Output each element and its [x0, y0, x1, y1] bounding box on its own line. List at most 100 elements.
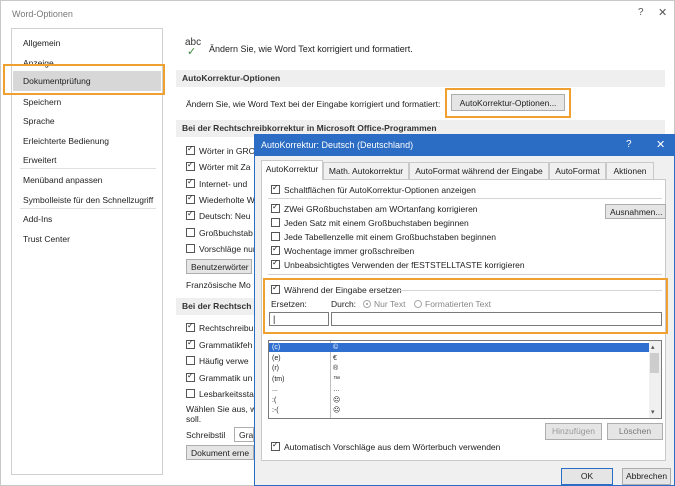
tab-math-autokorrektur[interactable]: Math. Autokorrektur [323, 162, 409, 179]
intro-text: Ändern Sie, wie Word Text korrigiert und… [209, 44, 413, 54]
scroll-thumb[interactable] [650, 353, 659, 373]
autokorrektur-option-checkbox[interactable] [271, 244, 280, 255]
list-item-to: ™ [333, 375, 340, 383]
dialog-title: AutoKorrektur: Deutsch (Deutschland) [261, 140, 414, 150]
spelling-option-checkbox[interactable] [186, 177, 195, 188]
sidebar-item-trust-center[interactable]: Trust Center [23, 234, 70, 244]
list-item-to: € [333, 354, 337, 362]
spelling-option-label: Großbuchstab [199, 227, 253, 238]
list-item-to: ® [333, 365, 339, 372]
spelling-option-label: Internet- und [199, 178, 248, 189]
waehlen-text: Wählen Sie aus, w [186, 404, 257, 414]
ausnahmen-button[interactable]: Ausnahmen... [605, 204, 666, 219]
loeschen-button[interactable]: Löschen [607, 423, 663, 440]
checkmark-icon: ✓ [187, 46, 197, 58]
spelling-option-checkbox[interactable] [186, 193, 195, 204]
list-item-to: © [333, 344, 339, 351]
autokorrektur-option-label: Jede Tabellenzelle mit einem Großbuchsta… [284, 232, 497, 242]
sidebar-divider [20, 208, 156, 209]
autokorrektur-button-highlight [445, 88, 571, 118]
schreibstil-select[interactable]: Gra [234, 427, 254, 442]
list-item[interactable]: ... … [269, 385, 650, 394]
dialog-help-icon[interactable]: ? [626, 139, 632, 150]
grammar-option-label: Grammatik un [199, 372, 253, 383]
sidebar-divider [20, 168, 156, 169]
spelling-option-checkbox[interactable] [186, 209, 195, 221]
ok-button[interactable]: OK [561, 468, 613, 485]
list-item[interactable]: (c) © [269, 343, 650, 352]
dialog-close-icon[interactable]: ✕ [656, 138, 665, 151]
abbrechen-button[interactable]: Abbrechen [622, 468, 671, 485]
show-buttons-label: Schaltflächen für AutoKorrektur-Optionen… [284, 185, 476, 195]
close-icon[interactable]: ✕ [658, 6, 667, 19]
autokorrektur-option-label: Unbeabsichtigtes Verwenden der fESTSTELL… [284, 260, 525, 270]
show-buttons-checkbox[interactable] [271, 183, 280, 194]
autokorrektur-option-label: ZWei GRoßbuchstaben am WOrtanfang korrig… [284, 204, 478, 214]
grammar-option-label: Häufig verwe [199, 356, 249, 366]
replace-group-highlight [263, 278, 668, 334]
grammar-option-label: Lesbarkeitssta [199, 389, 254, 399]
list-item[interactable]: (tm) ™ [269, 375, 650, 384]
spelling-option-label: Wörter mit Za [199, 162, 251, 173]
grammar-option-checkbox[interactable] [186, 321, 195, 332]
grammar-option-checkbox[interactable] [186, 338, 195, 349]
autokorrektur-option-checkbox[interactable] [271, 258, 280, 269]
autokorrektur-option-checkbox[interactable] [271, 202, 280, 213]
sidebar-item-add-ins[interactable]: Add-Ins [23, 214, 52, 224]
sidebar-item-menueband[interactable]: Menüband anpassen [23, 175, 102, 185]
sidebar-item-erweitert[interactable]: Erweitert [23, 155, 57, 165]
autokorrektur-option-checkbox[interactable] [271, 218, 280, 227]
list-item-from: (r) [272, 365, 279, 372]
hinzufuegen-button[interactable]: Hinzufügen [545, 423, 602, 440]
list-item[interactable]: (e) € [269, 354, 650, 363]
spelling-option-checkbox[interactable] [186, 160, 195, 172]
sidebar-highlight-frame [3, 64, 165, 95]
spelling-option-label: Wörter in GRO [199, 146, 256, 156]
auto-suggest-checkbox[interactable] [271, 440, 280, 451]
options-sidebar: Allgemein Anzeige Dokumentprüfung Speich… [11, 28, 163, 475]
grammar-option-checkbox[interactable] [186, 356, 195, 365]
list-item-to: ☹ [333, 396, 341, 404]
spelling-option-checkbox[interactable] [186, 227, 195, 237]
replacement-list[interactable]: (c) © (e) € (r) ® (tm) ™... … :( ☹ :-(☹ [268, 340, 662, 419]
franzoesisch-label: Französische Mo [186, 280, 251, 290]
tab-autokorrektur[interactable]: AutoKorrektur [261, 160, 323, 180]
tab-autoformat[interactable]: AutoFormat [549, 162, 606, 179]
dialog-divider [268, 274, 662, 275]
autokorrektur-option-label: Jeden Satz mit einem Großbuchstaben begi… [284, 218, 469, 228]
list-item-from: ... [272, 386, 278, 393]
list-item-from: :( [272, 396, 277, 404]
spelling-option-label: Vorschläge nur [199, 243, 256, 254]
schreibstil-label: Schreibstil [186, 430, 226, 440]
sidebar-item-sprache[interactable]: Sprache [23, 116, 55, 126]
spelling-option-checkbox[interactable] [186, 243, 195, 253]
scroll-up-icon[interactable]: ▴ [651, 343, 655, 351]
section-rechtschreibung-word: Bei der Rechtsch [176, 298, 254, 315]
help-icon[interactable]: ? [638, 7, 644, 18]
sidebar-item-erleichterte-bedienung[interactable]: Erleichterte Bedienung [23, 136, 109, 146]
dokument-erneut-pruefen-button[interactable]: Dokument erne [186, 445, 254, 460]
autokorrektur-option-label: Wochentage immer großschreiben [284, 246, 415, 256]
sidebar-item-speichern[interactable]: Speichern [23, 97, 61, 107]
tab-autoformat-eingabe[interactable]: AutoFormat während der Eingabe [409, 162, 549, 179]
tab-aktionen[interactable]: Aktionen [606, 162, 654, 179]
spelling-option-checkbox[interactable] [186, 144, 195, 155]
soll-text: soll. [186, 414, 202, 424]
list-item-from: (e) [272, 354, 281, 362]
auto-suggest-label: Automatisch Vorschläge aus dem Wörterbuc… [284, 442, 501, 452]
spelling-option-label: Wiederholte W [199, 194, 255, 205]
list-item-to: … [333, 386, 340, 393]
list-item-from: (tm) [272, 375, 285, 383]
list-item[interactable]: :-(☹ [269, 406, 650, 415]
grammar-option-checkbox[interactable] [186, 389, 195, 398]
grammar-option-label: Rechtschreibu [199, 323, 254, 333]
autokorrektur-option-checkbox[interactable] [271, 232, 280, 241]
sidebar-item-allgemein[interactable]: Allgemein [23, 38, 60, 48]
grammar-option-checkbox[interactable] [186, 371, 195, 382]
list-item[interactable]: :( ☹ [269, 396, 650, 405]
list-scrollbar[interactable]: ▴ ▾ [649, 341, 661, 418]
list-item[interactable]: (r) ® [269, 364, 650, 373]
sidebar-item-symbolleiste[interactable]: Symbolleiste für den Schnellzugriff [23, 195, 153, 205]
benutzerwoerterbuecher-button[interactable]: Benutzerwörter [186, 259, 252, 274]
scroll-down-icon[interactable]: ▾ [651, 408, 655, 416]
